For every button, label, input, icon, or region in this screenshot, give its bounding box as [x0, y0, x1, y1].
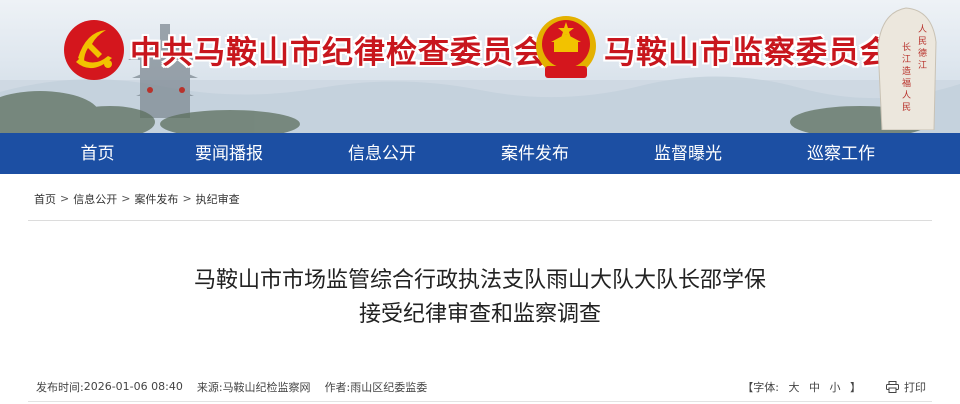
font-size-close-bracket: 】 [850, 380, 861, 394]
svg-text:人: 人 [902, 90, 911, 101]
breadcrumb-separator: > [182, 192, 192, 205]
svg-text:民: 民 [902, 102, 911, 113]
nav-news[interactable]: 要闻播报 [153, 132, 306, 176]
svg-text:江: 江 [902, 54, 911, 65]
commission-title: 中共马鞍山市纪律检查委员会 [130, 35, 546, 71]
article-title-line2: 接受纪律审查和监察调查 [358, 302, 601, 327]
svg-text:造: 造 [902, 65, 911, 77]
svg-text:民: 民 [918, 36, 927, 47]
publish-label: 发布时间: [36, 380, 84, 394]
nav-supervision-exposure[interactable]: 监督曝光 [612, 132, 765, 176]
source-value: 马鞍山纪检监察网 [222, 380, 311, 394]
breadcrumb-discipline-review[interactable]: 执纪审查 [196, 191, 240, 207]
article-title: 马鞍山市市场监管综合行政执法支队雨山大队大队长邵学保 接受纪律审查和监察调查 [28, 264, 932, 332]
party-emblem-icon [64, 20, 124, 80]
header-banner: 中共马鞍山市纪律检查委员会 马鞍山市监察委员会 人民德江 长江造 福人民 [0, 0, 960, 133]
font-size-label: 【字体: [742, 380, 779, 394]
font-size-medium-button[interactable]: 中 [809, 381, 820, 394]
nav-case-release[interactable]: 案件发布 [459, 132, 612, 176]
content-area: 首页 > 信息公开 > 案件发布 > 执纪审查 马鞍山市市场监管综合行政执法支队… [28, 177, 932, 402]
svg-text:长: 长 [902, 41, 911, 53]
breadcrumb-separator: > [60, 192, 70, 205]
inscribed-stone-image: 人民德江 长江造 福人民 [877, 7, 937, 130]
article-meta: 发布时间: 2026-01-06 08:40 来源: 马鞍山纪检监察网 作者: … [28, 372, 932, 402]
main-nav: 首页 要闻播报 信息公开 案件发布 监督曝光 巡察工作 [0, 133, 960, 177]
author-value: 雨山区纪委监委 [350, 380, 428, 394]
svg-text:德: 德 [918, 47, 927, 59]
font-size-control: 【字体: 大 中 小 】 [739, 379, 864, 395]
nav-home[interactable]: 首页 [43, 132, 153, 176]
breadcrumb-separator: > [121, 192, 131, 205]
print-label: 打印 [904, 380, 926, 394]
publish-time: 2026-01-06 08:40 [83, 380, 183, 393]
breadcrumb-info-disclosure[interactable]: 信息公开 [73, 191, 117, 207]
article-title-line1: 马鞍山市市场监管综合行政执法支队雨山大队大队长邵学保 [193, 268, 766, 293]
breadcrumb-case-release[interactable]: 案件发布 [134, 191, 178, 207]
national-emblem-icon [536, 16, 596, 78]
svg-text:江: 江 [918, 60, 927, 71]
author-label: 作者: [324, 380, 351, 394]
font-size-small-button[interactable]: 小 [830, 381, 841, 394]
font-size-large-button[interactable]: 大 [789, 381, 800, 394]
breadcrumb: 首页 > 信息公开 > 案件发布 > 执纪审查 [28, 177, 932, 221]
nav-inspection-work[interactable]: 巡察工作 [765, 132, 918, 176]
print-button[interactable]: 打印 [886, 379, 926, 395]
source-label: 来源: [196, 380, 223, 394]
svg-text:人: 人 [918, 24, 927, 35]
nav-info-disclosure[interactable]: 信息公开 [306, 132, 459, 176]
svg-text:福: 福 [902, 77, 911, 89]
printer-icon [886, 380, 899, 393]
breadcrumb-home[interactable]: 首页 [34, 191, 56, 207]
supervision-title: 马鞍山市监察委员会 [604, 35, 892, 71]
